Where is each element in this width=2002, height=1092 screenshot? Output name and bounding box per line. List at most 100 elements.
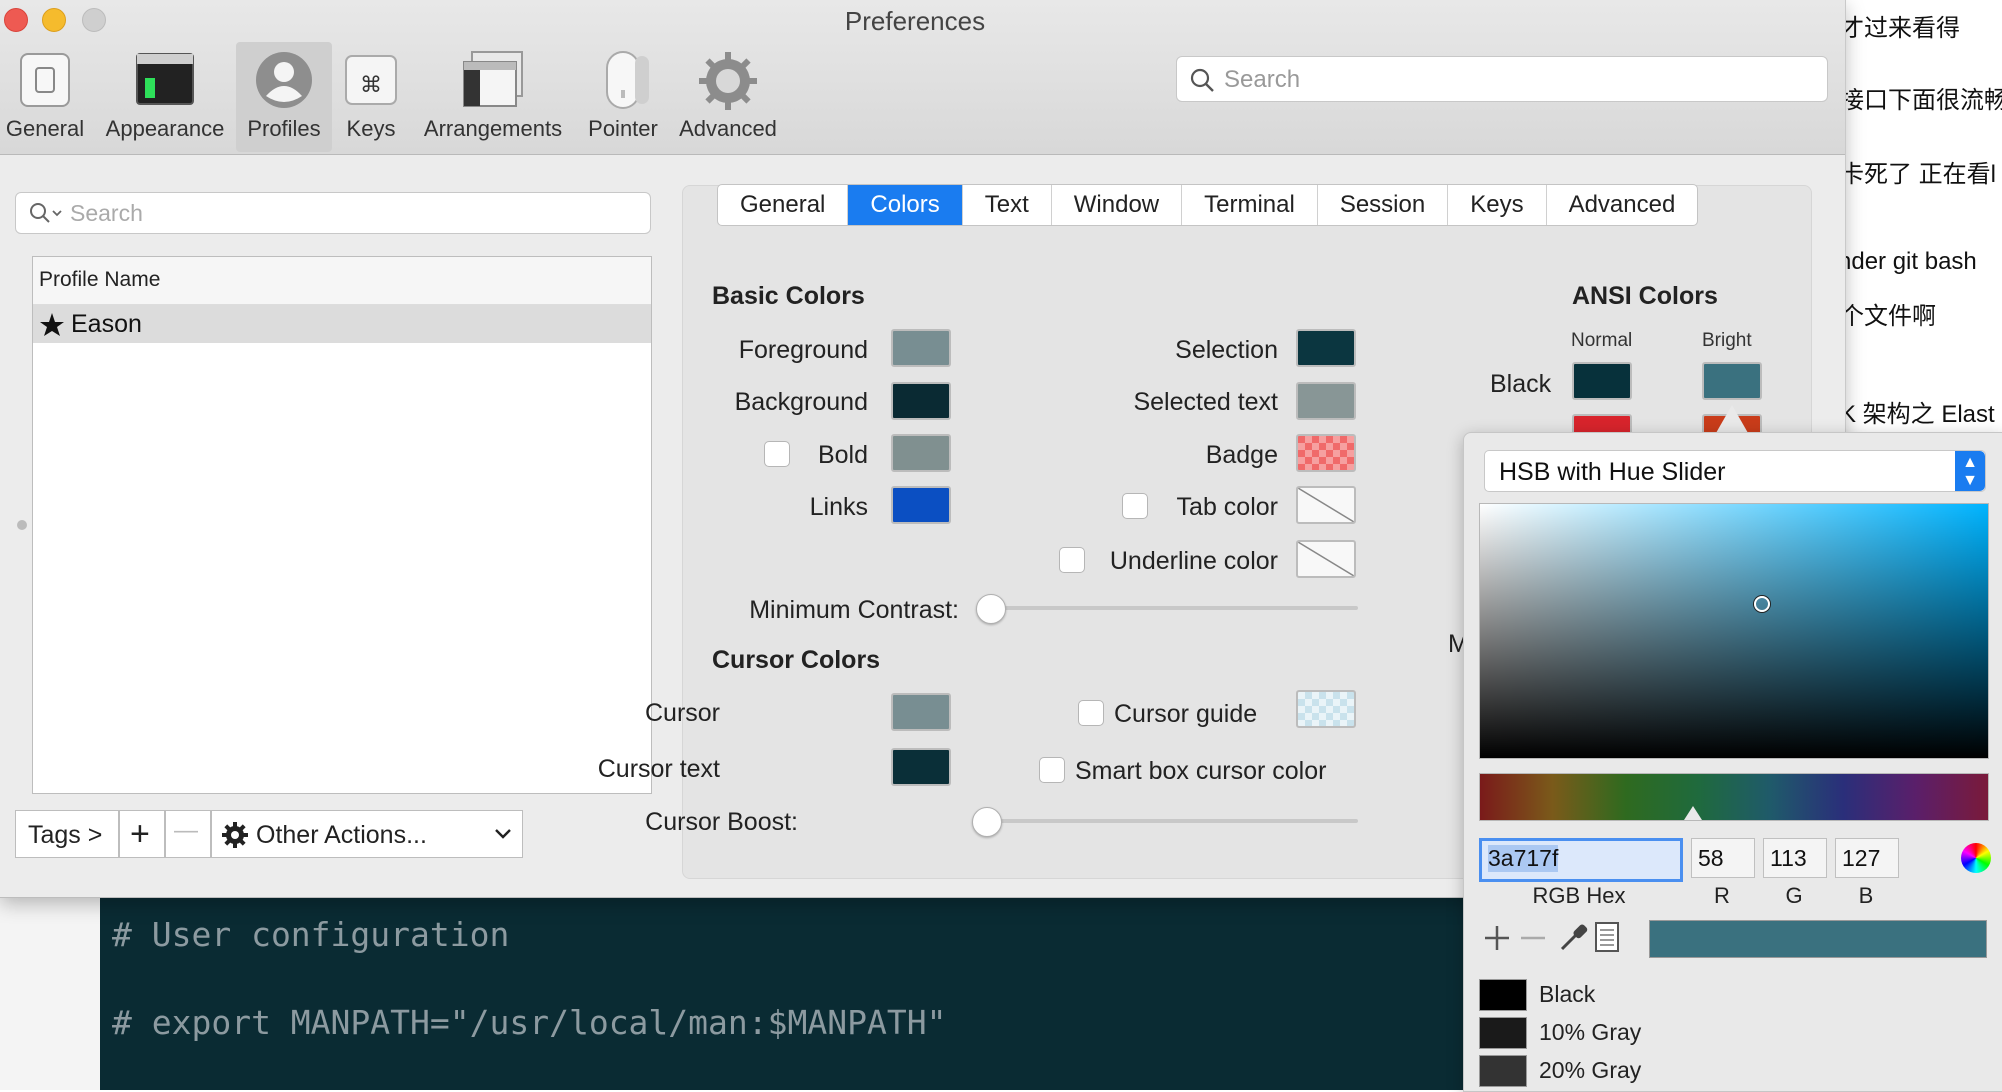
swatch-color (1479, 1017, 1527, 1049)
swatch-black[interactable]: Black (1479, 979, 1979, 1011)
cursor-boost-slider[interactable] (976, 819, 1358, 823)
other-actions-button[interactable]: Other Actions... (211, 810, 523, 858)
toolbar-general[interactable]: General (0, 42, 90, 152)
terminal-line: # User configuration (112, 915, 510, 954)
bg-text-5: 个文件啊 (1840, 303, 1936, 330)
blue-input[interactable]: 127 (1835, 838, 1899, 878)
toolbar-appearance[interactable]: Appearance (98, 42, 232, 152)
tab-general[interactable]: General (718, 185, 849, 225)
toolbar-keys[interactable]: ⌘ Keys (336, 42, 406, 152)
color-mode-select[interactable]: HSB with Hue Slider ▲ ▼ (1484, 450, 1986, 492)
hex-label: RGB Hex (1532, 883, 1626, 908)
swatch-color (1479, 1055, 1527, 1087)
toolbar-label: Keys (346, 116, 396, 141)
cursor-guide-checkbox[interactable] (1078, 700, 1104, 726)
svg-text:⌘: ⌘ (360, 73, 382, 98)
search-placeholder: Search (1224, 66, 1301, 93)
red-input[interactable]: 58 (1691, 838, 1755, 878)
swatch-10-gray[interactable]: 10% Gray (1479, 1017, 1979, 1049)
bold-color-well[interactable] (891, 434, 951, 472)
hex-input[interactable]: 3a717f (1479, 838, 1683, 882)
profile-row[interactable]: Eason (33, 305, 651, 343)
cursor-color-well[interactable] (891, 693, 951, 731)
cursor-boost-label: Cursor Boost: (645, 808, 798, 836)
saturation-brightness-field[interactable] (1479, 503, 1989, 759)
underline-color-well[interactable] (1296, 540, 1356, 578)
cursor-guide-color-well[interactable] (1296, 690, 1356, 728)
foreground-label: Foreground (738, 336, 868, 364)
color-cursor[interactable] (1754, 596, 1770, 612)
badge-color-well[interactable] (1296, 434, 1356, 472)
ansi-normal-header: Normal (1571, 330, 1633, 351)
tab-terminal[interactable]: Terminal (1182, 185, 1318, 225)
toolbar-arrangements[interactable]: Arrangements (414, 42, 572, 152)
selected-text-color-well[interactable] (1296, 382, 1356, 420)
window-title: Preferences (844, 6, 986, 36)
minimum-contrast-slider[interactable] (980, 606, 1358, 610)
background-color-well[interactable] (891, 382, 951, 420)
terminal-view[interactable]: # User configuration # export MANPATH="/… (100, 895, 1500, 1090)
current-color-swatch[interactable] (1649, 920, 1987, 958)
toolbar-profiles[interactable]: Profiles (236, 42, 332, 152)
tab-keys[interactable]: Keys (1448, 185, 1547, 225)
basic-colors-title: Basic Colors (712, 282, 865, 310)
titlebar: Preferences General Appearance Profiles … (0, 0, 1845, 155)
underline-color-label: Underline color (1109, 547, 1278, 575)
tab-colors[interactable]: Colors (848, 185, 963, 225)
hue-slider[interactable] (1479, 773, 1989, 821)
chevron-down-icon (495, 829, 511, 839)
toolbar-label: Arrangements (423, 116, 563, 141)
links-label: Links (809, 493, 868, 521)
preferences-search[interactable]: Search (1176, 56, 1828, 102)
tab-text[interactable]: Text (963, 185, 1052, 225)
tab-color-label: Tab color (1176, 493, 1278, 521)
cursor-guide-label: Cursor guide (1114, 700, 1258, 728)
gear-icon (222, 822, 248, 848)
column-header: Profile Name (39, 268, 161, 291)
selection-color-well[interactable] (1296, 329, 1356, 367)
tab-advanced[interactable]: Advanced (1547, 185, 1698, 225)
eyedropper-icon[interactable] (1558, 921, 1588, 953)
badge-label: Badge (1205, 441, 1278, 469)
hue-indicator[interactable] (1684, 806, 1702, 820)
profile-search-input[interactable]: Search (15, 192, 651, 234)
cursor-boost-knob[interactable] (972, 807, 1002, 837)
cursor-text-label: Cursor text (597, 755, 720, 783)
toolbar-advanced[interactable]: Advanced (672, 42, 784, 152)
color-wheel-icon[interactable] (1961, 843, 1991, 873)
links-color-well[interactable] (891, 486, 951, 524)
ansi-black-normal-well[interactable] (1572, 362, 1632, 400)
split-handle[interactable] (17, 520, 27, 530)
tags-button[interactable]: Tags > (15, 810, 119, 858)
tab-session[interactable]: Session (1318, 185, 1449, 225)
toolbar-pointer[interactable]: Pointer (580, 42, 666, 152)
color-list-icon[interactable] (1594, 921, 1620, 953)
cursor-text-color-well[interactable] (891, 748, 951, 786)
green-input[interactable]: 113 (1763, 838, 1827, 878)
pointer-icon (593, 50, 653, 116)
bold-checkbox[interactable] (764, 441, 790, 467)
green-label: G (1785, 883, 1803, 908)
tab-color-checkbox[interactable] (1122, 493, 1148, 519)
add-profile-button[interactable]: + (119, 810, 165, 858)
foreground-color-well[interactable] (891, 329, 951, 367)
bg-text-3: 卡死了 正在看l (1840, 161, 1996, 188)
underline-color-checkbox[interactable] (1059, 547, 1085, 573)
swatch-20-gray[interactable]: 20% Gray (1479, 1055, 1979, 1087)
profile-list: Profile Name Eason (32, 256, 652, 794)
smart-box-checkbox[interactable] (1039, 757, 1065, 783)
cursor-label: Cursor (644, 699, 720, 727)
bg-text-1: 才过来看得 (1840, 15, 1960, 42)
tab-window[interactable]: Window (1052, 185, 1183, 225)
ansi-black-bright-well[interactable] (1702, 362, 1762, 400)
advanced-icon (697, 50, 759, 118)
minus-icon[interactable] (1518, 923, 1548, 953)
minimum-contrast-knob[interactable] (976, 594, 1006, 624)
plus-icon[interactable] (1482, 923, 1512, 953)
remove-profile-button[interactable]: — (165, 810, 211, 858)
tab-color-well[interactable] (1296, 486, 1356, 524)
color-picker-panel: HSB with Hue Slider ▲ ▼ 3a717f RGB Hex 58… (1463, 432, 2002, 1092)
profile-list-header[interactable]: Profile Name (33, 257, 651, 305)
toolbar-label: Profiles (247, 116, 321, 141)
arrangements-icon (462, 50, 524, 114)
